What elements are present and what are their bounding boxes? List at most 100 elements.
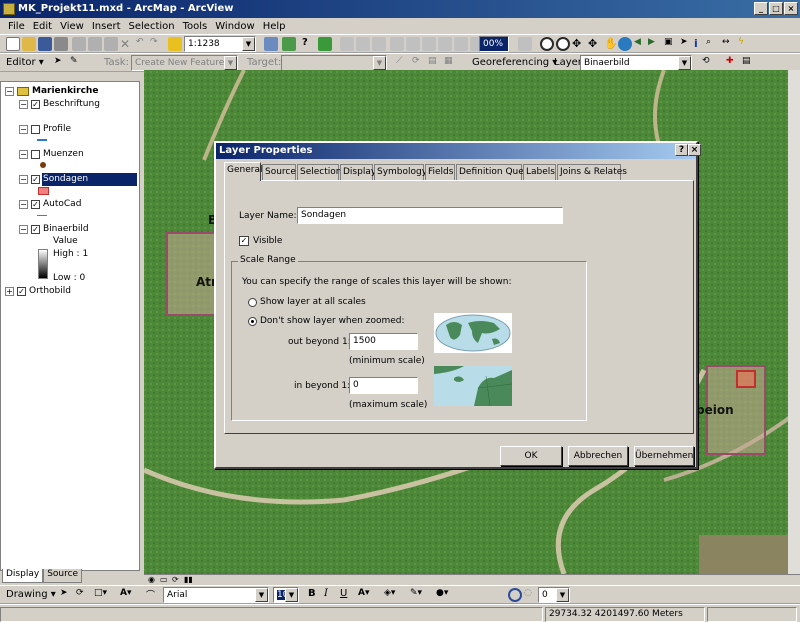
tab-selection[interactable]: Selection <box>297 164 341 180</box>
collapse-icon[interactable]: − <box>19 175 28 184</box>
font-size-combo[interactable]: 10 ▼ <box>273 587 299 603</box>
collapse-icon[interactable]: − <box>5 87 14 96</box>
data-view-icon[interactable]: ◉ <box>148 575 155 584</box>
font-color-icon[interactable]: A▾ <box>358 588 372 602</box>
fill-color-icon[interactable]: ◈▾ <box>384 588 398 602</box>
drawing-menu[interactable]: Drawing ▾ <box>6 589 56 600</box>
toc-layer-profile[interactable]: − Profile <box>19 123 139 136</box>
find-icon[interactable]: ⌕ <box>706 37 720 51</box>
toc-layer-orthobild[interactable]: + ✓ Orthobild <box>5 285 135 298</box>
rotate-element-icon[interactable]: ⟳ <box>76 588 90 602</box>
fixed-zoom-in-icon[interactable]: ✥ <box>572 37 586 51</box>
maximize-button[interactable]: □ <box>769 2 783 15</box>
map-scrollbar[interactable] <box>788 70 800 574</box>
target-combo[interactable]: ▼ <box>281 55 387 71</box>
underline-button[interactable]: U <box>340 588 354 602</box>
layout-zoom-out-icon[interactable] <box>356 37 370 51</box>
expand-icon[interactable]: + <box>5 287 14 296</box>
redo-icon[interactable]: ↷ <box>150 37 164 51</box>
tab-general[interactable]: General <box>224 162 262 181</box>
sketch-tool-icon[interactable]: ✎ <box>70 56 84 70</box>
menu-tools[interactable]: Tools <box>179 21 212 32</box>
layout-fixed-zoom-out-icon[interactable] <box>422 37 436 51</box>
rotation-angle-combo[interactable]: 0 ▼ <box>538 587 570 603</box>
refresh-icon[interactable]: ⟳ <box>172 575 179 584</box>
min-scale-input[interactable]: 1500 <box>349 333 418 350</box>
collapse-icon[interactable]: − <box>19 100 28 109</box>
whats-this-icon[interactable]: ? <box>302 37 316 51</box>
open-folder-icon[interactable] <box>22 37 36 51</box>
save-icon[interactable] <box>38 37 52 51</box>
visible-checkbox[interactable]: ✓ <box>239 236 249 246</box>
layer-visibility-checkbox[interactable]: ✓ <box>31 175 40 184</box>
map-scale-combo[interactable]: 1:1238 ▼ <box>184 36 256 52</box>
layer-visibility-checkbox[interactable]: ✓ <box>31 100 40 109</box>
menu-window[interactable]: Window <box>211 21 258 32</box>
italic-button[interactable]: I <box>324 588 338 602</box>
forward-extent-icon[interactable]: ▶ <box>648 37 662 51</box>
tab-source[interactable]: Source <box>262 164 296 180</box>
ok-button[interactable]: OK <box>500 446 562 466</box>
rectangle-tool-icon[interactable]: □▾ <box>94 588 108 602</box>
menu-insert[interactable]: Insert <box>88 21 125 32</box>
collapse-icon[interactable]: − <box>19 200 28 209</box>
new-document-icon[interactable] <box>6 37 20 51</box>
clear-rotation-icon[interactable]: ◌ <box>524 588 538 602</box>
apply-button[interactable]: Übernehmen <box>634 446 694 466</box>
collapse-icon[interactable]: − <box>19 150 28 159</box>
menu-view[interactable]: View <box>56 21 88 32</box>
toc-layer-autocad[interactable]: − ✓ AutoCad <box>19 198 139 211</box>
editor-menu[interactable]: Editor ▾ <box>6 57 44 68</box>
tab-definition-query[interactable]: Definition Query <box>456 164 533 180</box>
layout-fixed-zoom-in-icon[interactable] <box>406 37 420 51</box>
menu-edit[interactable]: Edit <box>29 21 56 32</box>
collapse-icon[interactable]: − <box>19 225 28 234</box>
tab-source[interactable]: Source <box>43 569 83 583</box>
pause-drawing-icon[interactable]: ▮▮ <box>184 575 193 584</box>
layout-view-icon[interactable]: ▭ <box>160 575 168 584</box>
minimize-button[interactable]: _ <box>754 2 768 15</box>
georef-rotate-icon[interactable]: ⟲ <box>702 56 716 70</box>
tab-fields[interactable]: Fields <box>425 164 455 180</box>
georef-layer-combo[interactable]: Binaerbild ▼ <box>580 55 692 71</box>
layout-zoom-in-icon[interactable] <box>340 37 354 51</box>
layer-visibility-checkbox[interactable] <box>31 125 40 134</box>
toc-layer-muenzen[interactable]: − Muenzen <box>19 148 139 161</box>
line-color-icon[interactable]: ✎▾ <box>410 588 424 602</box>
show-all-scales-radio[interactable] <box>248 298 257 307</box>
layer-visibility-checkbox[interactable]: ✓ <box>31 225 40 234</box>
copy-icon[interactable] <box>88 37 102 51</box>
close-button[interactable]: × <box>784 2 798 15</box>
bold-button[interactable]: B <box>308 588 322 602</box>
dont-show-zoomed-radio[interactable] <box>248 317 257 326</box>
tab-display[interactable]: Display <box>2 569 44 583</box>
cut-icon[interactable] <box>72 37 86 51</box>
editor-toolbar-icon[interactable] <box>264 37 278 51</box>
arctoolbox-icon[interactable] <box>282 37 296 51</box>
rotate-tool-icon[interactable]: ⟳ <box>412 56 426 70</box>
sketch-properties-icon[interactable]: ▦ <box>444 56 458 70</box>
help-button[interactable]: ? <box>675 144 688 156</box>
layout-back-icon[interactable] <box>454 37 468 51</box>
dialog-close-button[interactable]: × <box>688 144 701 156</box>
tab-symbology[interactable]: Symbology <box>374 164 427 180</box>
add-control-points-icon[interactable]: ✚ <box>726 56 740 70</box>
tab-joins-relates[interactable]: Joins & Relates <box>557 164 627 180</box>
layout-zoom-100-icon[interactable] <box>438 37 452 51</box>
edit-tool-icon[interactable]: ➤ <box>54 56 68 70</box>
back-extent-icon[interactable]: ◀ <box>634 37 648 51</box>
menu-help[interactable]: Help <box>259 21 290 32</box>
toc-layer-binaerbild[interactable]: − ✓ Binaerbild <box>19 223 139 236</box>
split-tool-icon[interactable]: ⟋ <box>396 56 410 70</box>
cancel-button[interactable]: Abbrechen <box>568 446 628 466</box>
max-scale-input[interactable]: 0 <box>349 377 418 394</box>
layout-pan-icon[interactable] <box>372 37 386 51</box>
data-frame-rotate-icon[interactable] <box>508 588 522 602</box>
toc-layer-beschriftung[interactable]: − ✓ Beschriftung <box>19 98 139 111</box>
font-combo[interactable]: Arial ▼ <box>163 587 269 603</box>
undo-icon[interactable]: ↶ <box>136 37 150 51</box>
measure-icon[interactable]: ↔ <box>722 37 736 51</box>
georeferencing-menu[interactable]: Georeferencing ▾ <box>472 57 557 68</box>
view-link-table-icon[interactable]: ▤ <box>742 56 756 70</box>
marker-color-icon[interactable]: ●▾ <box>436 588 450 602</box>
